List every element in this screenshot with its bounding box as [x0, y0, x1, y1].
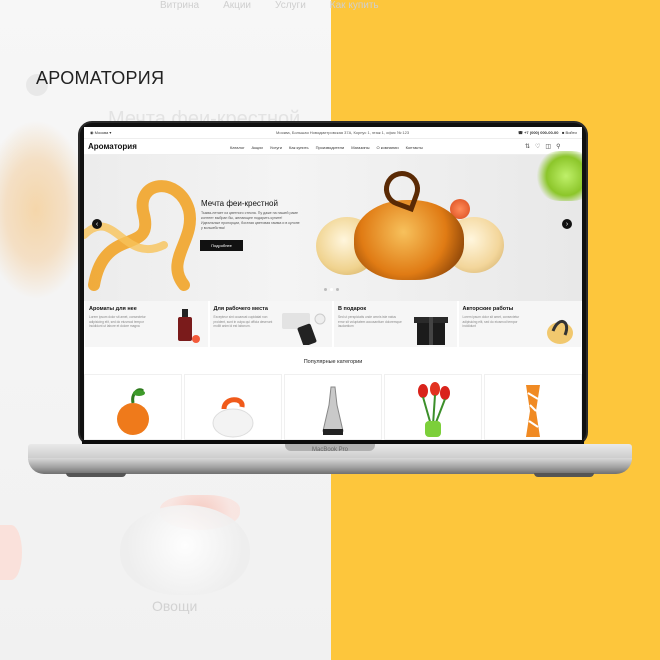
- promo-tile-workplace[interactable]: Для рабочего места Excepteur sint occaec…: [209, 301, 332, 347]
- nav-item-sales[interactable]: Акции: [252, 145, 263, 150]
- category-card[interactable]: [184, 374, 282, 440]
- compare-icon[interactable]: ⇅: [525, 143, 530, 150]
- perfume-bottle-image: [177, 309, 200, 343]
- hero-dot-1[interactable]: [324, 288, 327, 291]
- hero-banner: Мечта феи-крестной Тыква-летает из цветн…: [84, 151, 582, 301]
- hero-next-arrow[interactable]: ›: [562, 219, 572, 229]
- ghost-nav-item: Витрина: [160, 0, 200, 11]
- brand-title: АРОМАТОРИЯ: [36, 68, 165, 88]
- search-icon[interactable]: ⚲: [556, 143, 560, 150]
- white-glass-pumpkin-image: [212, 397, 254, 438]
- nav-item-contacts[interactable]: Контакты: [406, 145, 423, 150]
- nav-item-about[interactable]: О компании: [377, 145, 399, 150]
- promo-tile-author-works[interactable]: Авторские работы Lorem ipsum dolor sit a…: [458, 301, 581, 347]
- login-label: Войти: [565, 130, 577, 135]
- city-selector[interactable]: ◉ Москва ▾: [90, 130, 111, 135]
- ghost-pumpkin-image: [120, 505, 250, 595]
- promo-title: В подарок: [338, 306, 367, 312]
- desk-items-image: [282, 313, 326, 345]
- tulips-vase-image: [418, 382, 450, 437]
- orange-glass-fruit-image: [117, 388, 149, 435]
- site-header: Ароматория Каталог Акции Услуги Как купи…: [84, 139, 582, 155]
- chevron-right-icon: ›: [565, 220, 569, 228]
- hero-pagination: [324, 288, 339, 291]
- nav-item-manufacturers[interactable]: Производители: [316, 145, 345, 150]
- green-glass-image: [536, 151, 582, 201]
- promo-tiles: Ароматы для нее Lorem ipsum dolor sit am…: [84, 301, 582, 347]
- promo-title: Авторские работы: [462, 306, 514, 312]
- ghost-nav-item: Услуги: [275, 0, 306, 11]
- promo-tile-gift[interactable]: В подарок Sed ut perspiciatis unde omnis…: [334, 301, 457, 347]
- glass-figurine-image: [322, 386, 344, 435]
- ghost-glass-image: [0, 120, 90, 300]
- laptop-base: [28, 458, 632, 474]
- laptop-screen: ◉ Москва ▾ Москва, Большая Новодмитровск…: [84, 127, 582, 440]
- nav-item-services[interactable]: Услуги: [270, 145, 282, 150]
- popular-categories-title: Популярные категории: [303, 359, 363, 365]
- hero-dot-3[interactable]: [336, 288, 339, 291]
- promo-text: Sed ut perspiciatis unde omnis iste natu…: [338, 315, 402, 328]
- ghost-nav: Витрина Акции Услуги Как купить: [160, 0, 379, 11]
- pumpkin-main-image: [354, 200, 464, 280]
- device-label: MacBook Pro: [311, 447, 348, 453]
- laptop-foot-right: [534, 473, 594, 477]
- hero-dot-2[interactable]: [330, 288, 333, 291]
- nav-item-stores[interactable]: Магазины: [351, 145, 369, 150]
- store-address: Москва, Большая Новодмитровская 37А, Кор…: [276, 130, 410, 135]
- favorites-icon[interactable]: ♡: [535, 143, 540, 150]
- category-card[interactable]: [84, 374, 182, 440]
- promo-text: Lorem ipsum dolor sit amet, consectetur …: [89, 315, 146, 328]
- category-row: [84, 374, 582, 440]
- ghost-nav-item: Акции: [223, 0, 252, 11]
- ghost-nav-item: Как купить: [329, 0, 379, 11]
- city-label: Москва: [94, 130, 109, 135]
- promo-text: Lorem ipsum dolor sit amet, consectetur …: [462, 315, 520, 328]
- hero-description: Тыква-летает из цветного стекла. Пу даже…: [201, 211, 300, 230]
- promo-text: Excepteur sint occaecat cupidatat non pr…: [213, 315, 273, 328]
- hero-details-button[interactable]: Подробнее: [200, 240, 243, 251]
- category-card[interactable]: [284, 374, 382, 440]
- promo-title: Для рабочего места: [213, 306, 268, 312]
- main-nav: Каталог Акции Услуги Как купить Производ…: [230, 145, 423, 150]
- orange-glass-swirl-image: [84, 180, 196, 291]
- hero-title: Мечта феи-крестной: [201, 199, 278, 208]
- glass-vase-image: [547, 320, 573, 344]
- laptop-foot-left: [66, 473, 126, 477]
- orange-striped-vase-image: [526, 385, 540, 437]
- chevron-left-icon: ‹: [95, 220, 99, 228]
- promo-title: Ароматы для нее: [89, 306, 137, 312]
- gift-box-image: [413, 317, 448, 345]
- login-link[interactable]: ■ Войти: [562, 130, 577, 135]
- site-topbar: ◉ Москва ▾ Москва, Большая Новодмитровск…: [84, 127, 582, 139]
- category-card[interactable]: [484, 374, 582, 440]
- hero-prev-arrow[interactable]: ‹: [92, 219, 102, 229]
- cart-icon[interactable]: ◫: [545, 143, 551, 150]
- promo-tile-for-her[interactable]: Ароматы для нее Lorem ipsum dolor sit am…: [85, 301, 208, 347]
- nav-item-how-to-buy[interactable]: Как купить: [289, 145, 309, 150]
- phone-link[interactable]: ☎ +7 (000) 000-00-00: [518, 130, 558, 135]
- category-card[interactable]: [384, 374, 482, 440]
- ghost-category-label: Овощи: [152, 598, 198, 614]
- site-logo[interactable]: Ароматория: [88, 142, 137, 151]
- header-icons: ⇅ ♡ ◫ ⚲: [525, 143, 561, 150]
- phone-number: +7 (000) 000-00-00: [524, 130, 559, 135]
- nav-item-catalog[interactable]: Каталог: [230, 145, 245, 150]
- ghost-red-glass: [0, 525, 22, 580]
